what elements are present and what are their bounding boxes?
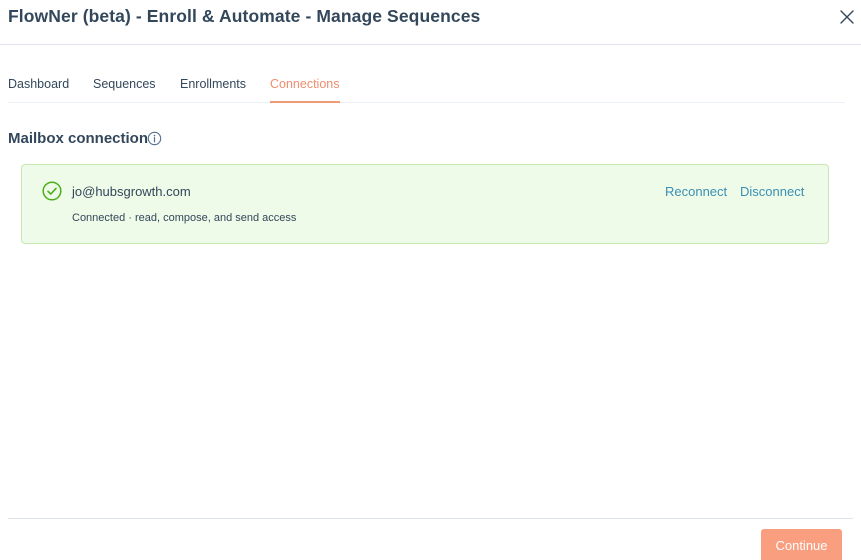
manage-sequences-dialog: FlowNer (beta) - Enroll & Automate - Man… <box>0 0 861 560</box>
tab-enrollments[interactable]: Enrollments <box>180 77 246 103</box>
disconnect-link[interactable]: Disconnect <box>740 184 804 199</box>
reconnect-link[interactable]: Reconnect <box>665 184 727 199</box>
footer-divider <box>8 518 853 519</box>
section-title: Mailbox connection <box>8 130 149 147</box>
mailbox-connection-card: jo@hubsgrowth.com Connected · read, comp… <box>21 164 829 244</box>
continue-button[interactable]: Continue <box>761 529 842 560</box>
tab-connections[interactable]: Connections <box>270 77 340 103</box>
connection-status: Connected · read, compose, and send acce… <box>72 212 297 224</box>
check-circle-icon <box>42 181 62 201</box>
close-icon[interactable] <box>838 8 856 26</box>
dialog-header: FlowNer (beta) - Enroll & Automate - Man… <box>0 0 861 45</box>
connected-email: jo@hubsgrowth.com <box>72 184 191 199</box>
tab-bar: Dashboard Sequences Enrollments Connecti… <box>8 77 845 103</box>
info-icon[interactable] <box>147 131 162 146</box>
tab-sequences[interactable]: Sequences <box>93 77 156 103</box>
dialog-title: FlowNer (beta) - Enroll & Automate - Man… <box>8 6 481 26</box>
tab-dashboard[interactable]: Dashboard <box>8 77 69 103</box>
